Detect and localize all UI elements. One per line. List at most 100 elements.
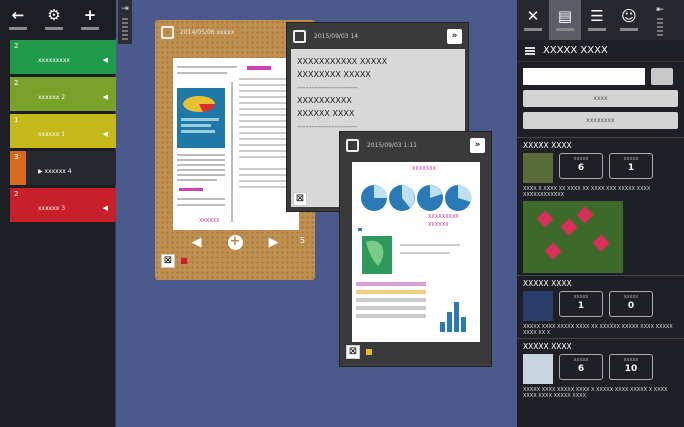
note-line: XXXXXXXXXX [297, 96, 352, 105]
drag-grip-icon [122, 18, 128, 40]
item-title: XXXXX XXXX [523, 342, 572, 351]
tab-item[interactable]: 2 xxxxxx 2 ◀ [10, 77, 116, 111]
list-icon: ▤ [557, 7, 573, 25]
user-icon: ☺ [621, 7, 637, 25]
tab-label: xxxxxx 1 [38, 130, 66, 138]
close-box-icon[interactable]: ⊠ [161, 254, 175, 268]
tab-item[interactable]: 1 xxxxxx 1 ◀ [10, 114, 116, 148]
note-line: XXXXXXXX XXXXX [297, 70, 371, 79]
collapse-arrow-icon: ◀ [102, 130, 108, 138]
close-box-icon[interactable]: ⊠ [293, 192, 307, 206]
right-panel: ✕ ▤ ☰ ☺ ⇤ XXXXX XXXX xxxx xxxxxxxx XXXXX… [517, 0, 684, 427]
list-item[interactable]: XXXXX XXXX xxxxx 6 xxxxx 1 XXXX X XXXX XX … [517, 137, 684, 275]
panel-button-secondary[interactable]: xxxxxxxx [523, 112, 678, 129]
left-sidebar: ← ⚙ + 2 xxxxxxxxx ◀ 2 xxxxxx 2 ◀ 1 xxxxx [0, 0, 116, 427]
stat-box: xxxxx 10 [609, 354, 653, 380]
item-description: XXXXX XXXX XXXXX XXXX X XXXXX XXXX XXXXX… [523, 387, 668, 399]
list-icon [525, 46, 535, 55]
item-description: XXXX X XXXX XX XXXX XX XXXX XXX XXXXX XX… [523, 186, 651, 198]
gear-icon: ⚙ [47, 6, 61, 24]
item-title: XXXXX XXXX [523, 279, 572, 288]
page-navigation: ◀ + ▶ [155, 232, 315, 252]
page-preview [177, 66, 293, 222]
panel-header: XXXXX XXXX [517, 40, 684, 62]
item-thumbnail [523, 291, 553, 321]
user-button[interactable]: ☺ [613, 0, 645, 40]
search-bar [523, 68, 678, 85]
window-footer: ⊠ [155, 250, 315, 272]
expand-icon[interactable]: » [470, 137, 485, 153]
tab-item[interactable]: 2 xxxxxxxxx ◀ [10, 40, 116, 74]
list-item[interactable]: XXXXX XXXX xxxxx 6 xxxxx 10 XXXXX XXXX XXX… [517, 338, 684, 401]
list-item[interactable]: XXXXX XXXX xxxxx 1 xxxxx 0 XXXXX XXXX XXXX… [517, 275, 684, 338]
window-title: 2014/05/06 xxxxx [180, 28, 235, 36]
collapse-arrow-icon: ◀ [102, 93, 108, 101]
result-list: XXXXX XXXX xxxxx 6 xxxxx 1 XXXX X XXXX XX … [517, 137, 684, 427]
document-window[interactable]: 2015/09/03 1:11 » XXXXXXX XXXXXXXXX XXXX… [339, 131, 492, 367]
search-button[interactable] [651, 68, 673, 85]
page-label: XXXXXXX [412, 166, 436, 172]
panel-button-primary[interactable]: xxxx [523, 90, 678, 107]
stat-box: xxxxx 0 [609, 291, 653, 317]
window-title: 2015/09/03 1:11 [367, 141, 417, 149]
close-panel-button[interactable]: ✕ [517, 0, 549, 40]
page-label: XXXXXX [428, 222, 449, 228]
sidebar-toggle-handle[interactable]: ⇥ [118, 0, 132, 44]
select-checkbox[interactable] [293, 29, 306, 43]
close-box-icon[interactable]: ⊠ [346, 345, 360, 359]
window-titlebar[interactable]: 2015/09/03 1:11 » [340, 132, 491, 158]
tab-item-selected[interactable]: 3 ▶ xxxxxx 4 [10, 151, 116, 185]
item-thumbnail [523, 153, 553, 183]
color-marker[interactable] [181, 258, 187, 264]
expand-icon: ⇥ [121, 4, 129, 14]
menu-icon: ☰ [590, 7, 604, 25]
window-titlebar[interactable]: 2015/09/03 14 » [287, 23, 468, 49]
page-label: XXXXXXXXX [428, 214, 459, 220]
document-page[interactable]: XXXXXX [173, 58, 299, 230]
expand-icon[interactable]: » [447, 28, 462, 44]
panel-handle[interactable]: ⇤ [645, 0, 675, 40]
search-input[interactable] [523, 68, 645, 85]
close-icon: ✕ [526, 7, 540, 25]
tab-label: xxxxxxxxx [38, 56, 70, 64]
menu-button[interactable]: ☰ [581, 0, 613, 40]
settings-button[interactable]: ⚙ [36, 0, 72, 38]
stat-box: xxxxx 6 [559, 153, 603, 179]
right-toolbar: ✕ ▤ ☰ ☺ ⇤ [517, 0, 684, 40]
left-toolbar: ← ⚙ + [0, 0, 116, 38]
prev-page-icon[interactable]: ◀ [192, 235, 202, 250]
note-line: XXXXXXXXXXX XXXXX [297, 57, 388, 66]
add-button[interactable]: + [72, 0, 108, 38]
collapse-arrow-icon: ◀ [102, 204, 108, 212]
item-photo [523, 201, 623, 273]
list-view-button[interactable]: ▤ [549, 0, 581, 40]
next-page-icon[interactable]: ▶ [269, 235, 279, 250]
tab-label: xxxxxx 2 [38, 93, 66, 101]
panel-title: XXXXX XXXX [543, 45, 608, 56]
stat-box: xxxxx 1 [609, 153, 653, 179]
tab-label: ▶ xxxxxx 4 [38, 167, 72, 175]
note-line: XXXXXX XXXX [297, 109, 355, 118]
back-button[interactable]: ← [0, 0, 36, 38]
add-page-icon[interactable]: + [227, 234, 243, 250]
collapse-icon: ⇤ [656, 4, 664, 15]
page-preview [356, 184, 472, 332]
desktop: ← ⚙ + 2 xxxxxxxxx ◀ 2 xxxxxx 2 ◀ 1 xxxxx [0, 0, 684, 427]
select-checkbox[interactable] [161, 25, 174, 39]
stat-box: xxxxx 6 [559, 354, 603, 380]
item-title: XXXXX XXXX [523, 141, 572, 150]
avatar [523, 354, 553, 384]
tab-list: 2 xxxxxxxxx ◀ 2 xxxxxx 2 ◀ 1 xxxxxx 1 ◀ … [10, 40, 116, 225]
plus-icon: + [83, 6, 97, 24]
item-description: XXXXX XXXX XXXXX XXXX XX XXXXXX XXXXX XX… [523, 324, 673, 336]
document-page[interactable]: XXXXXXX XXXXXXXXX XXXXXX [352, 162, 480, 342]
collapse-arrow-icon: ◀ [102, 56, 108, 64]
note-divider: --------------------- [297, 83, 358, 92]
tab-label: xxxxxx 3 [38, 204, 66, 212]
color-marker[interactable] [366, 349, 372, 355]
tab-item[interactable]: 2 xxxxxx 3 ◀ [10, 188, 116, 222]
page-caption: XXXXXX [199, 218, 220, 224]
window-footer: ⊠ [340, 341, 491, 363]
select-checkbox[interactable] [346, 138, 359, 152]
back-arrow-icon: ← [11, 6, 25, 24]
